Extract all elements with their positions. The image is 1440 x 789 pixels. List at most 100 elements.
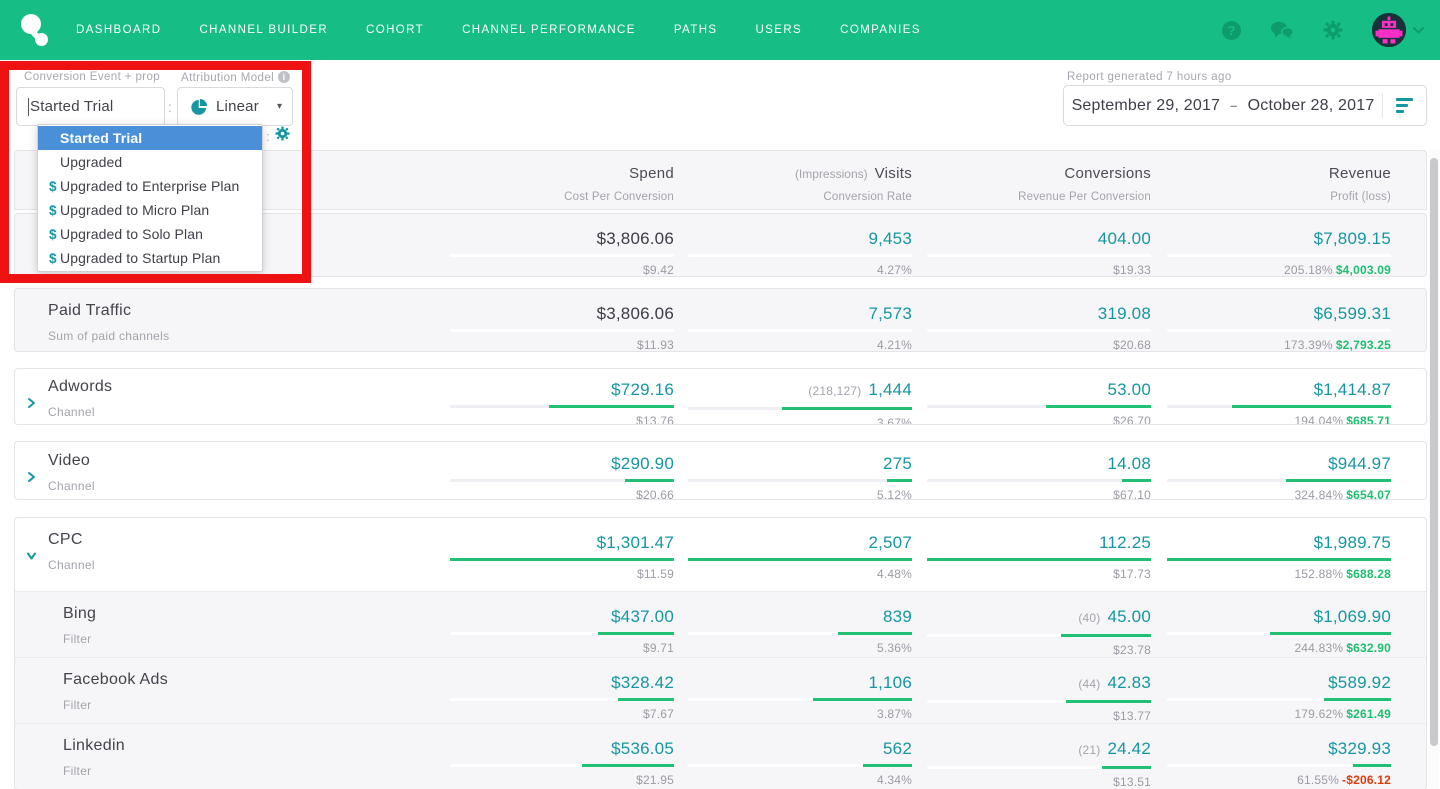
row-title-cpc[interactable]: CPC [48,531,95,549]
header-spend[interactable]: Spend Cost Per Conversion [450,165,674,203]
cell-value[interactable]: $944.97 [1328,454,1391,473]
cell-value[interactable]: $1,989.75 [1314,533,1391,552]
table-row-paid-traffic[interactable]: Paid Traffic Sum of paid channels $3,806.0… [14,288,1427,352]
row-head: Bing Filter [63,605,96,646]
row-title-linkedin[interactable]: Linkedin [63,737,125,755]
scrollbar-thumb[interactable] [1430,158,1438,746]
nav-item-paths[interactable]: PATHS [674,24,718,36]
header-conversions[interactable]: Conversions Revenue Per Conversion [927,165,1151,203]
app-logo-icon[interactable] [20,13,50,47]
cell-value[interactable]: $1,301.47 [597,533,674,552]
cell-value[interactable]: $729.16 [611,380,674,399]
collapse-chevron-icon[interactable] [26,549,37,567]
cell-value[interactable]: $7,809.15 [1314,229,1391,248]
cell-value[interactable]: 404.00 [1098,229,1151,248]
cell-value[interactable]: $1,069.90 [1314,607,1391,626]
cell-revenue: $589.92 179.62% $261.49 [1167,673,1391,721]
cell-subvalue: 4.27% [876,263,912,277]
cell-value[interactable]: 839 [883,607,912,626]
nav-item-cohort[interactable]: COHORT [366,24,424,36]
cell-value[interactable]: 1,444 [868,380,912,399]
table-row-bing[interactable]: Bing Filter $437.00 $9.71 839 5.36% (40) 45.00 $… [15,591,1426,657]
cell-value[interactable]: $536.05 [611,739,674,758]
cell-value[interactable]: 42.83 [1107,673,1151,692]
cell-value[interactable]: $290.90 [611,454,674,473]
value-bar [450,698,674,701]
conversion-event-dropdown: Started Trial Upgraded $ Upgraded to Enterp… [37,124,263,272]
cell-value[interactable]: 1,106 [868,673,912,692]
header-revenue[interactable]: Revenue Profit (loss) [1167,165,1391,203]
dollar-icon: $ [49,226,57,242]
cell-value[interactable]: 24.42 [1107,739,1151,758]
nav-item-users[interactable]: USERS [755,24,802,36]
cell-value[interactable]: $6,599.31 [1314,304,1391,323]
cell-spend: $437.00 $9.71 [450,607,674,655]
nav-item-companies[interactable]: COMPANIES [840,24,921,36]
cell-value[interactable]: $329.93 [1328,739,1391,758]
cell-revenue: $944.97 324.84% $654.07 [1167,454,1391,500]
nav-item-channel-builder[interactable]: CHANNEL BUILDER [199,24,328,36]
cell-subvalue: 173.39% [1284,338,1333,352]
cell-subvalue: 205.18% [1284,263,1333,277]
dropdown-option-upgraded[interactable]: Upgraded [38,150,262,174]
cell-subvalue: 3.67% [876,416,912,425]
chat-icon[interactable] [1270,20,1294,40]
row-head: Video Channel [48,452,95,493]
row-subtitle: Filter [63,764,92,778]
cell-prefix: (44) [1078,677,1101,691]
dollar-icon: $ [49,250,57,266]
cell-value[interactable]: 2,507 [868,533,912,552]
dropdown-option-upgraded-to-solo-plan[interactable]: $ Upgraded to Solo Plan [38,222,262,246]
header-visits[interactable]: (Impressions) Visits Conversion Rate [688,165,912,203]
nav-item-channel-performance[interactable]: CHANNEL PERFORMANCE [462,24,636,36]
cell-value[interactable]: $328.42 [611,673,674,692]
cell-value[interactable]: 319.08 [1098,304,1151,323]
table-row-linkedin[interactable]: Linkedin Filter $536.05 $21.95 562 4.34% (21) 2… [15,723,1426,789]
row-head: Paid Traffic Sum of paid channels [48,302,169,343]
cell-value[interactable]: $589.92 [1328,673,1391,692]
cell-revenue: $1,414.87 194.04% $685.71 [1167,380,1391,424]
row-title-adwords[interactable]: Adwords [48,378,112,396]
cell-value[interactable]: 9,453 [868,229,912,248]
expand-chevron-icon[interactable] [26,396,37,414]
channel-settings-gear-icon[interactable] [275,126,290,146]
dropdown-option-started-trial[interactable]: Started Trial [38,126,262,150]
table-row-video[interactable]: Video Channel $290.90 $20.66 275 5.12% 14.08 $6… [14,441,1427,500]
dollar-icon: $ [49,178,57,194]
cell-value[interactable]: 562 [883,739,912,758]
dollar-icon: $ [49,202,57,218]
table-row-adwords[interactable]: Adwords Channel $729.16 $13.76 (218,127) 1,44… [14,368,1427,425]
nav-item-dashboard[interactable]: DASHBOARD [76,24,161,36]
cell-revenue: $1,989.75 152.88% $688.28 [1167,533,1391,581]
cell-value[interactable]: 14.08 [1107,454,1151,473]
cell-value[interactable]: 275 [883,454,912,473]
profit-value: $2,793.25 [1335,338,1391,352]
performance-table: Spend Cost Per Conversion (Impressions) V… [14,0,1427,789]
dropdown-option-upgraded-to-micro-plan[interactable]: $ Upgraded to Micro Plan [38,198,262,222]
dropdown-option-upgraded-to-startup-plan[interactable]: $ Upgraded to Startup Plan [38,246,262,270]
cell-subvalue: $9.71 [642,641,674,655]
cell-value[interactable]: 53.00 [1107,380,1151,399]
row-title-bing[interactable]: Bing [63,605,96,623]
value-bar [450,405,674,408]
row-title-paid-traffic[interactable]: Paid Traffic [48,302,169,320]
value-bar [688,698,912,701]
user-avatar[interactable] [1372,13,1424,47]
dropdown-option-upgraded-to-enterprise-plan[interactable]: $ Upgraded to Enterprise Plan [38,174,262,198]
cell-value[interactable]: $1,414.87 [1314,380,1391,399]
row-title-video[interactable]: Video [48,452,95,470]
cell-value[interactable]: 7,573 [868,304,912,323]
cell-value[interactable]: 112.25 [1099,533,1151,552]
row-subtitle: Channel [48,558,95,572]
cell-value[interactable]: $437.00 [611,607,674,626]
cell-subvalue: 324.84% [1294,488,1344,500]
table-row-facebook-ads[interactable]: Facebook Ads Filter $328.42 $7.67 1,106 3.87%… [15,657,1426,723]
settings-gear-icon[interactable] [1323,20,1343,40]
cell-prefix: (21) [1078,743,1101,757]
expand-chevron-icon[interactable] [26,470,37,488]
row-title-facebook-ads[interactable]: Facebook Ads [63,671,168,689]
cell-value[interactable]: 45.00 [1107,607,1151,626]
table-row-cpc[interactable]: CPC Channel $1,301.47 $11.59 2,507 4.48% 112.2… [14,517,1427,789]
help-icon[interactable]: ? [1222,20,1241,40]
cell-visits: (218,127) 1,444 3.67% [688,380,912,425]
